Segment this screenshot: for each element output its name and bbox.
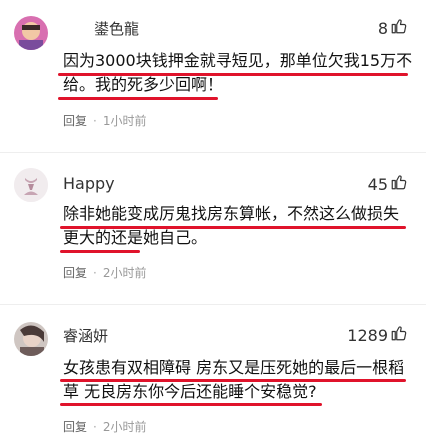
comment-text-line: 草 无良房东你今后还能睡个安稳觉? — [63, 382, 317, 401]
username[interactable]: 鍙色龍 — [94, 18, 139, 39]
comment-meta: 回复 · 2小时前 — [63, 418, 146, 435]
like-count: 45 — [367, 174, 388, 194]
like-button[interactable]: 8 — [378, 17, 408, 39]
highlight-underline — [60, 226, 406, 229]
highlight-underline — [58, 97, 218, 100]
like-button[interactable]: 45 — [368, 173, 408, 195]
comment-text-line: 因为3000块钱押金就寻短见，那单位欠我15万不 — [63, 51, 413, 70]
reply-button[interactable]: 回复 — [63, 112, 87, 129]
avatar[interactable] — [14, 322, 48, 356]
thumbs-up-icon — [390, 324, 408, 346]
divider — [0, 152, 426, 153]
highlight-underline — [60, 250, 140, 253]
like-button[interactable]: 1289 — [347, 324, 408, 346]
username[interactable]: 睿涵妍 — [63, 325, 108, 346]
highlight-underline — [60, 379, 406, 382]
comment-text-line: 更大的还是她自己。 — [63, 228, 208, 247]
like-count: 1289 — [347, 325, 388, 345]
username[interactable]: Happy — [63, 174, 115, 193]
comment-text-line: 除非她能变成厉鬼找房东算帐，不然这么做损失 — [63, 204, 400, 223]
separator-dot: · — [93, 265, 97, 280]
thumbs-up-icon — [390, 173, 408, 195]
comment-meta: 回复 · 1小时前 — [63, 112, 146, 129]
highlight-underline — [60, 403, 322, 406]
comment-text-line: 给。我的死多少回啊！ — [63, 75, 224, 94]
timestamp: 2小时前 — [102, 420, 147, 434]
avatar[interactable] — [14, 16, 48, 50]
avatar[interactable] — [14, 168, 48, 202]
comment-meta: 回复 · 2小时前 — [63, 264, 146, 281]
reply-button[interactable]: 回复 — [63, 418, 87, 435]
timestamp: 2小时前 — [102, 266, 147, 280]
separator-dot: · — [93, 419, 97, 434]
timestamp: 1小时前 — [102, 114, 147, 128]
divider — [0, 304, 426, 305]
separator-dot: · — [93, 113, 97, 128]
like-count: 8 — [377, 18, 388, 38]
reply-button[interactable]: 回复 — [63, 264, 87, 281]
thumbs-up-icon — [390, 17, 408, 39]
highlight-underline — [58, 73, 408, 76]
comment-text-line: 女孩患有双相障碍 房东又是压死她的最后一根稻 — [63, 358, 405, 377]
